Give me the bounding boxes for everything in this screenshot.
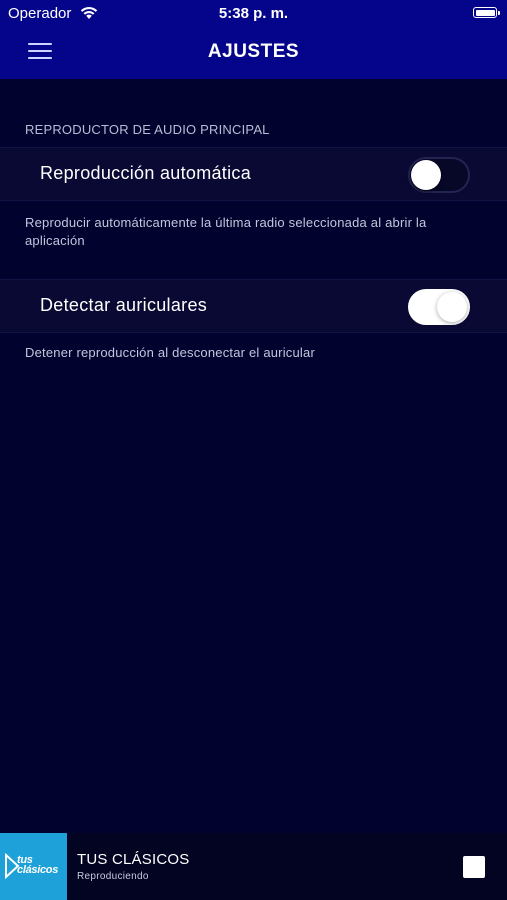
toggle-knob [437,292,467,322]
logo-text-line2: clásicos [17,864,59,876]
stop-icon[interactable] [463,856,485,878]
section-header: REPRODUCTOR DE AUDIO PRINCIPAL [25,122,270,137]
navigation-bar: Operador 5:38 p. m. AJUSTES [0,0,507,79]
station-logo: tus clásicos [0,833,67,900]
autoplay-toggle[interactable] [408,157,470,193]
autoplay-row[interactable]: Reproducción automática [0,147,507,201]
page-title: AJUSTES [207,41,300,62]
headphones-toggle[interactable] [408,289,470,325]
clock: 5:38 p. m. [218,5,289,22]
battery-icon [473,7,500,18]
toggle-knob [411,160,441,190]
mini-player[interactable]: tus clásicos TUS CLÁSICOS Reproduciendo [0,833,507,900]
status-bar: Operador 5:38 p. m. [0,0,507,28]
autoplay-description: Reproducir automáticamente la última rad… [25,215,427,248]
headphones-row[interactable]: Detectar auriculares [0,279,507,333]
autoplay-label: Reproducción automática [40,163,252,183]
playback-status: Reproduciendo [77,871,149,882]
headphones-description: Detener reproducción al desconectar el a… [25,345,315,360]
station-name: TUS CLÁSICOS [77,851,190,868]
headphones-label: Detectar auriculares [40,295,208,315]
